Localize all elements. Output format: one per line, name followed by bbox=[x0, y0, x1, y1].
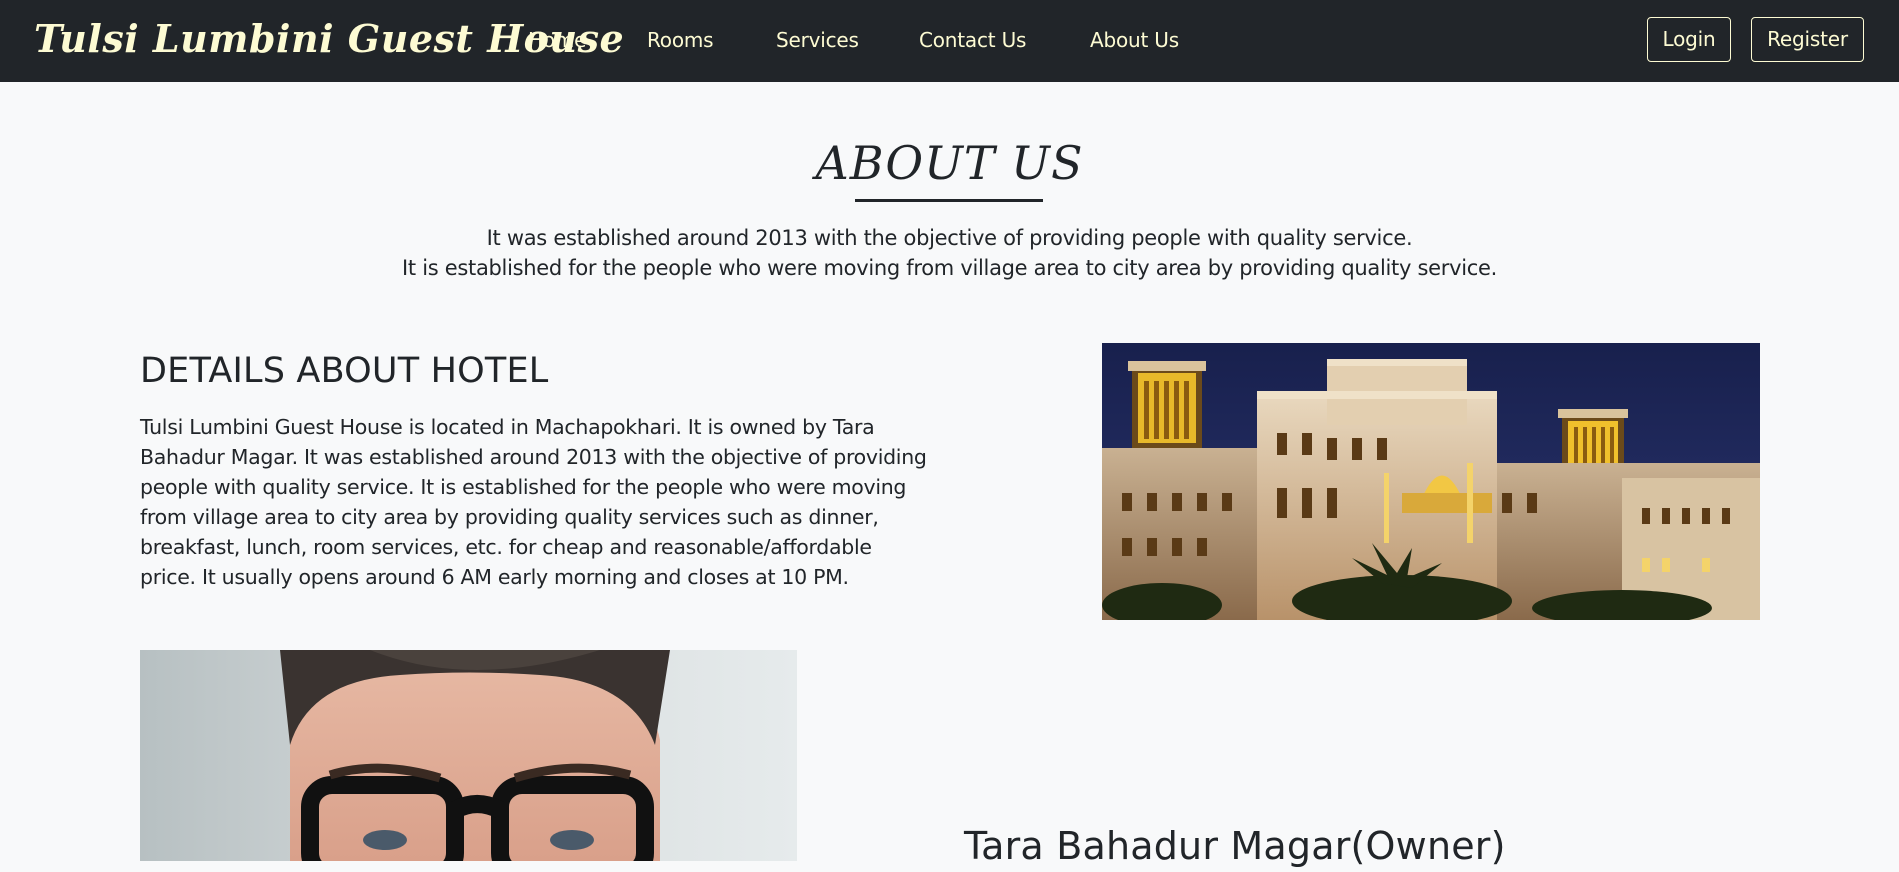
navbar: Tulsi Lumbini Guest House Home Rooms Ser… bbox=[0, 0, 1899, 82]
about-us-title: ABOUT US bbox=[815, 136, 1084, 190]
details-line: Tulsi Lumbini Guest House is located in … bbox=[140, 415, 875, 439]
hotel-building-image bbox=[1102, 343, 1760, 620]
nav-link-services[interactable]: Services bbox=[776, 26, 859, 54]
details-heading: DETAILS ABOUT HOTEL bbox=[140, 351, 549, 391]
login-button[interactable]: Login bbox=[1647, 17, 1731, 62]
intro-line-1: It was established around 2013 with the … bbox=[486, 226, 1413, 250]
details-line: price. It usually opens around 6 AM earl… bbox=[140, 565, 849, 589]
nav-link-rooms[interactable]: Rooms bbox=[647, 26, 714, 54]
owner-name-heading: Tara Bahadur Magar(Owner) bbox=[964, 824, 1506, 868]
details-paragraph: Tulsi Lumbini Guest House is located in … bbox=[140, 412, 940, 592]
nav-link-home[interactable]: Home bbox=[528, 26, 586, 54]
details-line: breakfast, lunch, room services, etc. fo… bbox=[140, 535, 872, 559]
intro-line-2: It is established for the people who wer… bbox=[402, 256, 1497, 280]
nav-link-contact-us[interactable]: Contact Us bbox=[919, 26, 1026, 54]
details-line: from village area to city area by provid… bbox=[140, 505, 879, 529]
title-underline bbox=[855, 199, 1043, 202]
owner-photo bbox=[140, 650, 797, 861]
register-button[interactable]: Register bbox=[1751, 17, 1864, 62]
nav-link-about-us[interactable]: About Us bbox=[1090, 26, 1179, 54]
details-line: Bahadur Magar. It was established around… bbox=[140, 445, 927, 469]
details-line: people with quality service. It is estab… bbox=[140, 475, 907, 499]
